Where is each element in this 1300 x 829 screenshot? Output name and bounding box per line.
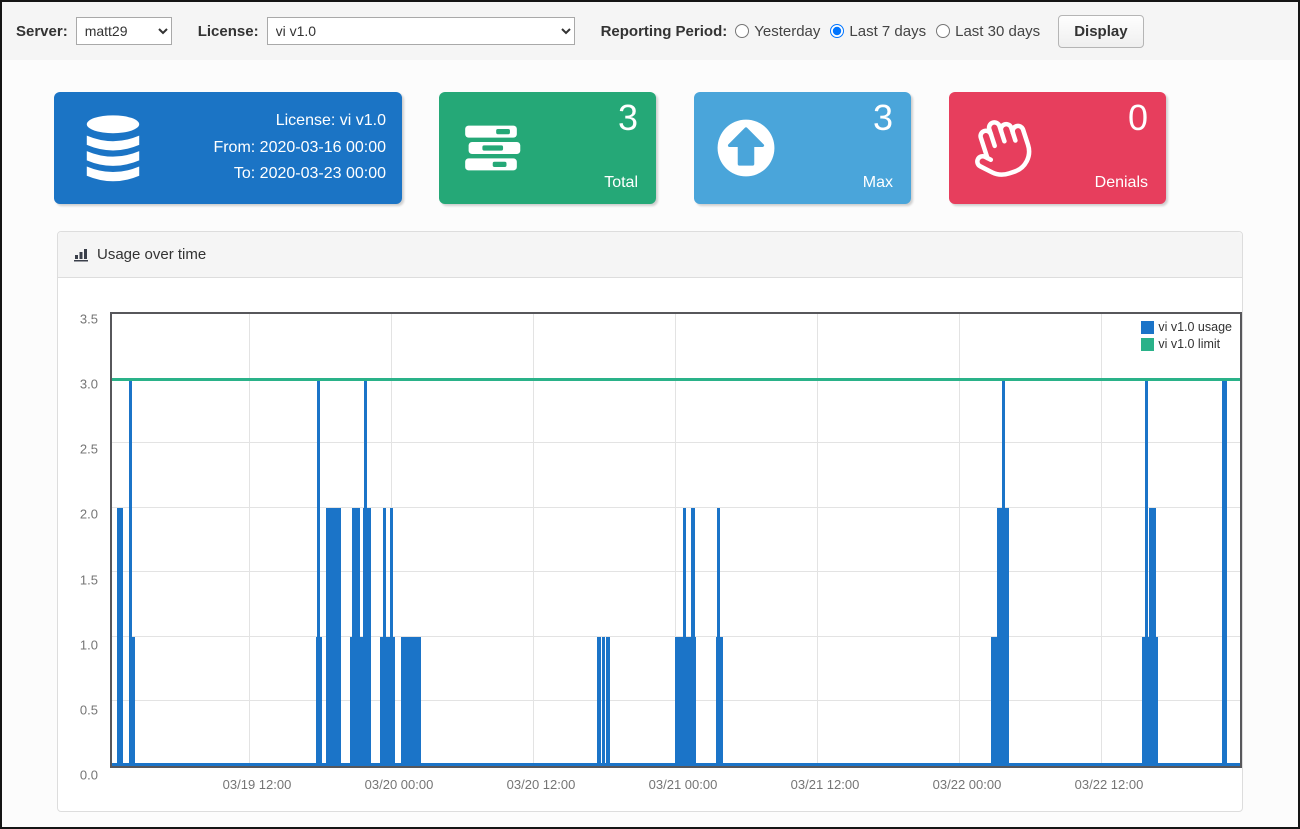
summary-cards: License: vi v1.0 From: 2020-03-16 00:00 … [54, 92, 1298, 204]
y-axis-tick-label: 3.5 [80, 312, 98, 327]
x-axis-tick-label: 03/20 00:00 [365, 777, 434, 792]
license-info-card: License: vi v1.0 From: 2020-03-16 00:00 … [54, 92, 402, 204]
license-select[interactable]: vi v1.0 [267, 17, 575, 45]
usage-bar [602, 637, 605, 766]
reporting-period-label: Reporting Period: [601, 23, 728, 40]
max-label: Max [863, 174, 893, 192]
usage-bar [717, 508, 720, 766]
gridline-vertical [249, 314, 250, 766]
y-axis-tick-label: 0.5 [80, 702, 98, 717]
radio-last-30-days[interactable]: Last 30 days [936, 23, 1040, 40]
gridline-vertical [817, 314, 818, 766]
toolbar: Server: matt29 License: vi v1.0 Reportin… [2, 2, 1298, 60]
limit-line [112, 378, 1240, 381]
total-value: 3 [618, 96, 638, 139]
usage-bar [364, 379, 367, 766]
gridline-vertical [959, 314, 960, 766]
x-axis-labels: 03/19 12:00 03/20 00:00 03/20 12:00 03/21 0… [118, 768, 1250, 798]
x-axis-tick-label: 03/22 00:00 [933, 777, 1002, 792]
gridline-vertical [1101, 314, 1102, 766]
radio-last-7-days-label: Last 7 days [849, 23, 926, 40]
total-card-text: 3 Total [543, 92, 656, 204]
hand-stop-icon [949, 92, 1053, 204]
gridline-vertical [533, 314, 534, 766]
x-axis-tick-label: 03/22 12:00 [1075, 777, 1144, 792]
usage-panel: Usage over time 0.0 0.5 1.0 1.5 2.0 2.5 3.0 3.5… [57, 231, 1243, 812]
radio-last-7-days-input[interactable] [830, 24, 844, 38]
server-select[interactable]: matt29 [76, 17, 172, 45]
legend-swatch [1141, 338, 1154, 351]
license-line: License: vi v1.0 [276, 108, 386, 134]
database-icon [54, 92, 172, 204]
radio-last-7-days[interactable]: Last 7 days [830, 23, 926, 40]
usage-chart: 0.0 0.5 1.0 1.5 2.0 2.5 3.0 3.5 vi v1.0 usagevi… [58, 278, 1242, 811]
y-axis-tick-label: 1.0 [80, 637, 98, 652]
radio-last-30-days-input[interactable] [936, 24, 950, 38]
y-axis-tick-label: 1.5 [80, 572, 98, 587]
chart-legend: vi v1.0 usagevi v1.0 limit [1138, 317, 1235, 355]
usage-bar [683, 508, 686, 766]
plot-area: vi v1.0 usagevi v1.0 limit [110, 312, 1242, 768]
servers-icon [439, 92, 543, 204]
from-line: From: 2020-03-16 00:00 [213, 135, 386, 161]
arrow-up-circle-icon [694, 92, 798, 204]
max-card-text: 3 Max [798, 92, 911, 204]
usage-bar [390, 508, 393, 766]
usage-panel-header: Usage over time [58, 232, 1242, 278]
usage-bar [1002, 379, 1005, 766]
denials-label: Denials [1095, 174, 1148, 192]
legend-label: vi v1.0 limit [1158, 336, 1220, 353]
y-axis-tick-label: 3.0 [80, 377, 98, 392]
radio-last-30-days-label: Last 30 days [955, 23, 1040, 40]
legend-label: vi v1.0 usage [1158, 319, 1232, 336]
denials-card: 0 Denials [949, 92, 1166, 204]
license-info-text: License: vi v1.0 From: 2020-03-16 00:00 … [172, 92, 402, 204]
denials-card-text: 0 Denials [1053, 92, 1166, 204]
gridline-horizontal [112, 571, 1240, 572]
legend-item: vi v1.0 limit [1141, 336, 1232, 353]
radio-yesterday-label: Yesterday [754, 23, 820, 40]
x-axis-tick-label: 03/19 12:00 [223, 777, 292, 792]
usage-bar [352, 508, 360, 766]
max-card: 3 Max [694, 92, 911, 204]
panel-title: Usage over time [97, 246, 206, 263]
usage-bar [1149, 508, 1156, 766]
radio-yesterday[interactable]: Yesterday [735, 23, 820, 40]
x-axis-tick-label: 03/21 00:00 [649, 777, 718, 792]
reporting-period-group: Yesterday Last 7 days Last 30 days [735, 23, 1050, 40]
usage-bar [383, 508, 386, 766]
usage-bar [129, 379, 132, 766]
denials-value: 0 [1128, 96, 1148, 139]
usage-bar [606, 637, 610, 766]
legend-item: vi v1.0 usage [1141, 319, 1232, 336]
x-axis-tick-label: 03/20 12:00 [507, 777, 576, 792]
gridline-horizontal [112, 507, 1240, 508]
gridline-horizontal [112, 442, 1240, 443]
radio-yesterday-input[interactable] [735, 24, 749, 38]
usage-bar [691, 508, 695, 766]
usage-bar [326, 508, 341, 766]
total-label: Total [604, 174, 638, 192]
x-axis-tick-label: 03/21 12:00 [791, 777, 860, 792]
y-axis-labels: 0.00.51.01.52.02.53.03.5 [66, 312, 110, 768]
to-line: To: 2020-03-23 00:00 [234, 161, 386, 187]
server-label: Server: [16, 23, 68, 40]
max-value: 3 [873, 96, 893, 139]
y-axis-tick-label: 2.5 [80, 442, 98, 457]
license-label: License: [198, 23, 259, 40]
bar-chart-icon [74, 247, 90, 262]
total-card: 3 Total [439, 92, 656, 204]
usage-bar [117, 508, 123, 766]
usage-bar [1222, 379, 1227, 766]
usage-bar [597, 637, 601, 766]
y-axis-tick-label: 0.0 [80, 768, 98, 783]
display-button[interactable]: Display [1058, 15, 1143, 48]
usage-bar [1145, 379, 1148, 766]
legend-swatch [1141, 321, 1154, 334]
usage-bar [401, 637, 421, 766]
y-axis-tick-label: 2.0 [80, 507, 98, 522]
usage-bar [317, 379, 320, 766]
